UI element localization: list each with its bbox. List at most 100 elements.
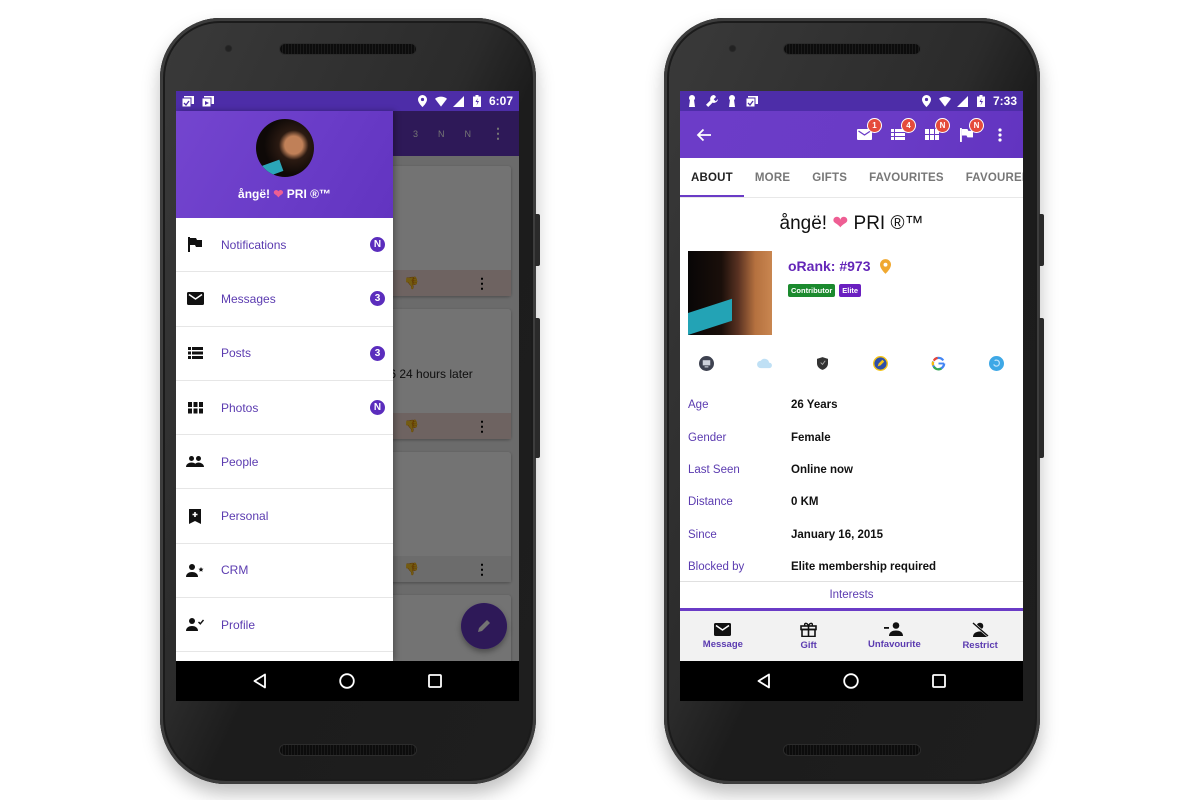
heart-icon: ❤ <box>832 213 849 234</box>
grid-icon <box>186 399 204 417</box>
drawer-item-people[interactable]: People <box>176 435 393 490</box>
refresh-badge-icon[interactable] <box>989 355 1005 371</box>
detail-row: Blocked by Elite membership required <box>688 561 937 574</box>
google-icon[interactable] <box>931 355 947 371</box>
photos-action[interactable]: N <box>923 118 949 144</box>
badge: 3 <box>370 345 385 361</box>
profile-tabs: ABOUT MORE GIFTS FAVOURITES FAVOURED BY <box>680 158 1023 198</box>
home-icon[interactable] <box>337 671 357 691</box>
heart-icon: ❤ <box>273 187 284 201</box>
drawer-item-profile[interactable]: Profile <box>176 598 393 653</box>
person-remove-icon <box>884 622 904 636</box>
signal-icon <box>453 95 465 107</box>
interests-button[interactable]: Interests <box>680 581 1023 611</box>
profile-details: Age 26 Years Gender Female Last Seen Onl… <box>680 389 1023 583</box>
phone-left: 6:07 3 N N ⋮ 👎 ⋮ 016 24 hours later 👎 <box>160 18 540 784</box>
drawer-item-posts[interactable]: Posts 3 <box>176 327 393 381</box>
location-pin-icon[interactable] <box>880 258 892 274</box>
home-icon[interactable] <box>841 671 861 691</box>
tab-favoured-by[interactable]: FAVOURED BY <box>955 158 1023 197</box>
bottom-speaker <box>784 745 920 755</box>
image-play-icon <box>202 95 214 107</box>
shield-badge-icon[interactable] <box>814 355 830 371</box>
earpiece-speaker <box>280 44 416 54</box>
grid-icon <box>925 129 939 140</box>
gift-button[interactable]: Gift <box>769 622 849 651</box>
notifications-action[interactable]: N <box>957 118 983 144</box>
avatar[interactable] <box>255 119 314 177</box>
message-button[interactable]: Message <box>683 622 763 650</box>
tab-about[interactable]: ABOUT <box>680 158 744 197</box>
power-button <box>535 214 540 266</box>
screen-left: 6:07 3 N N ⋮ 👎 ⋮ 016 24 hours later 👎 <box>176 91 519 701</box>
overflow-menu-button[interactable] <box>991 126 1009 144</box>
tab-more[interactable]: MORE <box>744 158 801 197</box>
signal-icon <box>957 95 969 107</box>
pencil-icon <box>478 620 490 632</box>
drawer-user-name: ångë! ❤ PRI ®™ <box>238 187 331 201</box>
drawer-item-personal[interactable]: Personal <box>176 489 393 544</box>
pencil-badge-icon[interactable] <box>873 355 889 371</box>
drawer-item-notifications[interactable]: Notifications N <box>176 218 393 273</box>
arrow-back-icon <box>696 128 711 141</box>
front-camera <box>224 44 233 53</box>
rank: oRank: #973 <box>788 258 892 274</box>
list-icon <box>186 344 204 362</box>
drawer-item-crm[interactable]: CRM <box>176 544 393 599</box>
profile-name: ångë! ❤ PRI ®™ <box>779 213 924 234</box>
status-bar: 6:07 <box>176 91 519 111</box>
system-nav-bar <box>176 661 519 701</box>
drawer-header: ångë! ❤ PRI ®™ <box>176 111 393 218</box>
detail-row: Distance 0 KM <box>688 496 819 509</box>
people-icon <box>186 453 204 471</box>
detail-row: Since January 16, 2015 <box>688 528 884 541</box>
badge: 1 <box>868 118 881 132</box>
restrict-button[interactable]: Restrict <box>940 621 1020 651</box>
wrench-icon <box>706 95 718 107</box>
monitor-badge-icon[interactable] <box>698 355 714 371</box>
volume-button <box>535 318 540 458</box>
detail-row: Last Seen Online now <box>688 463 853 476</box>
wifi-icon <box>938 95 951 107</box>
app-toolbar: 1 4 N N <box>680 111 1023 158</box>
badge: N <box>936 118 949 132</box>
tab-favourites[interactable]: FAVOURITES <box>858 158 955 197</box>
posts-action[interactable]: 4 <box>889 118 915 144</box>
detail-row: Gender Female <box>688 431 831 444</box>
battery-charging-icon <box>471 95 483 107</box>
power-button <box>1039 214 1044 266</box>
earpiece-speaker <box>784 44 920 54</box>
compose-fab[interactable] <box>461 603 507 649</box>
back-icon[interactable] <box>250 671 270 691</box>
person-off-icon <box>971 621 989 637</box>
wifi-icon <box>434 95 447 107</box>
bottom-action-bar: Message Gift Unfavourite Restrict <box>680 611 1023 661</box>
drawer-item-photos[interactable]: Photos N <box>176 381 393 436</box>
drawer-item-messages[interactable]: Messages 3 <box>176 272 393 327</box>
bottom-speaker <box>280 745 416 755</box>
back-icon[interactable] <box>754 671 774 691</box>
envelope-icon <box>714 622 732 636</box>
envelope-icon <box>856 129 872 140</box>
cloud-badge-icon[interactable] <box>756 355 772 371</box>
person-star-icon <box>186 561 204 579</box>
unfavourite-button[interactable]: Unfavourite <box>854 622 934 650</box>
badge: 4 <box>902 118 915 132</box>
recents-icon[interactable] <box>425 671 445 691</box>
keyhole-icon <box>726 95 738 107</box>
tab-gifts[interactable]: GIFTS <box>801 158 858 197</box>
envelope-icon <box>186 290 204 308</box>
recents-icon[interactable] <box>929 671 949 691</box>
phone-right: 7:33 1 4 N N ABOUT MORE GIFTS FAVOURITES… <box>664 18 1044 784</box>
profile-photo[interactable] <box>688 251 772 335</box>
badge: N <box>970 118 983 132</box>
back-button[interactable] <box>696 128 712 142</box>
location-icon <box>417 95 429 107</box>
clock: 7:33 <box>992 94 1017 108</box>
keyhole-icon <box>686 95 698 107</box>
bookmark-plus-icon <box>186 507 204 525</box>
messages-action[interactable]: 1 <box>855 118 881 144</box>
detail-row: Age 26 Years <box>688 399 838 412</box>
status-bar: 7:33 <box>680 91 1023 111</box>
screen-right: 7:33 1 4 N N ABOUT MORE GIFTS FAVOURITES… <box>680 91 1023 701</box>
